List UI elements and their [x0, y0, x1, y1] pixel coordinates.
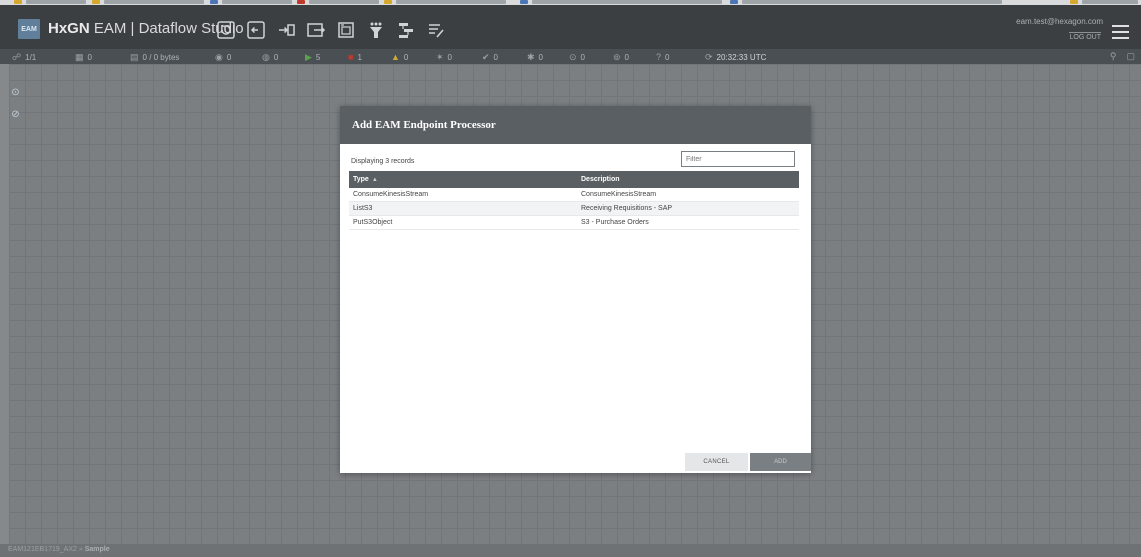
transmitting-stat: ◉ 0	[215, 52, 232, 62]
processor-group-icon[interactable]	[333, 19, 359, 41]
not-transmitting-icon: ◍	[262, 52, 270, 62]
queue-icon: ▤	[130, 52, 139, 62]
threads-stat: ▦ 0	[75, 52, 92, 62]
table-header: Type ▲ Description	[349, 171, 799, 188]
table-row[interactable]: PutS3Object S3 - Purchase Orders	[349, 216, 799, 230]
add-button[interactable]: ADD	[750, 453, 811, 471]
row-description: Receiving Requisitions - SAP	[581, 205, 673, 212]
description-column-header[interactable]: Description	[577, 176, 799, 183]
breadcrumb: EAM121EB1719_AX2 » Sample	[8, 546, 110, 553]
user-email: eam.test@hexagon.com	[1016, 17, 1103, 26]
cluster-stat: ☍ 1/1	[12, 52, 37, 62]
add-processor-dialog: Add EAM Endpoint Processor Displaying 3 …	[340, 106, 811, 473]
app-logo: EAM	[18, 19, 40, 39]
type-column-header[interactable]: Type ▲	[349, 176, 577, 183]
template-icon[interactable]	[393, 19, 419, 41]
remote-process-group-icon[interactable]	[303, 19, 329, 41]
disabled-icon: ✶	[436, 52, 444, 62]
table-row[interactable]: ListS3 Receiving Requisitions - SAP	[349, 202, 799, 216]
component-toolbar	[213, 19, 449, 41]
stopped-stat: ■ 1	[348, 52, 362, 62]
transmitting-icon: ◉	[215, 52, 223, 62]
sort-asc-icon: ▲	[371, 177, 378, 183]
stale-icon: ⊙	[569, 52, 577, 62]
breadcrumb-root[interactable]: EAM121EB1719_AX2	[8, 546, 77, 553]
threads-icon: ▦	[75, 52, 84, 62]
running-stat: ▶ 5	[305, 52, 321, 62]
menu-icon[interactable]	[1112, 25, 1129, 43]
breadcrumb-current: Sample	[84, 546, 110, 553]
question-icon: ?	[656, 52, 662, 62]
disabled-stat: ✶ 0	[436, 52, 452, 62]
modified-stale-icon: ⊚	[613, 52, 621, 62]
check-icon: ✔	[482, 52, 490, 62]
funnel-icon[interactable]	[363, 19, 389, 41]
breadcrumb-separator: »	[78, 546, 83, 553]
navigate-icon[interactable]: ⊙	[9, 86, 22, 99]
status-bar: ☍ 1/1 ▦ 0 ▤ 0 / 0 bytes ◉ 0 ◍ 0 ▶ 5 ■ 1 ▲ 0 ✶ 0 ✔…	[0, 49, 1141, 64]
refresh-icon[interactable]	[213, 19, 239, 41]
operate-icon[interactable]: ⊘	[9, 108, 22, 121]
stopped-icon: ■	[348, 52, 354, 62]
record-count: Displaying 3 records	[351, 158, 415, 165]
output-port-icon[interactable]	[273, 19, 299, 41]
running-icon: ▶	[305, 52, 312, 62]
last-refreshed[interactable]: ⟳ 20:32:33 UTC	[705, 52, 766, 63]
status-tools: ⚲ ▢	[1110, 51, 1135, 62]
warning-icon: ▲	[391, 52, 400, 62]
brand-name: HxGN	[48, 20, 90, 37]
label-icon[interactable]	[423, 19, 449, 41]
sync-failure-stat: ? 0	[656, 52, 670, 62]
stale-stat: ⊙ 0	[569, 52, 585, 62]
dialog-header: Add EAM Endpoint Processor	[340, 106, 811, 144]
table-row[interactable]: ConsumeKinesisStream ConsumeKinesisStrea…	[349, 188, 799, 202]
dialog-title: Add EAM Endpoint Processor	[352, 119, 496, 131]
row-type: ConsumeKinesisStream	[353, 191, 429, 198]
row-description: S3 - Purchase Orders	[581, 219, 649, 226]
row-description: ConsumeKinesisStream	[581, 191, 657, 198]
not-transmitting-stat: ◍ 0	[262, 52, 279, 62]
locally-modified-stat: ✱ 0	[527, 52, 543, 62]
input-port-icon[interactable]	[243, 19, 269, 41]
row-type: ListS3	[353, 205, 373, 212]
asterisk-icon: ✱	[527, 52, 535, 62]
left-edge	[0, 64, 9, 544]
cluster-icon: ☍	[12, 52, 22, 62]
logout-link[interactable]: LOG OUT	[1069, 32, 1101, 41]
queued-stat: ▤ 0 / 0 bytes	[130, 52, 180, 62]
modified-stale-stat: ⊚ 0	[613, 52, 629, 62]
refresh-icon: ⟳	[705, 52, 713, 62]
processor-table: Type ▲ Description ConsumeKinesisStream C…	[349, 171, 799, 230]
cancel-button[interactable]: CANCEL	[685, 453, 748, 471]
search-icon[interactable]: ⚲	[1110, 51, 1117, 62]
up-to-date-stat: ✔ 0	[482, 52, 498, 62]
app-header: EAM HxGN EAM | Dataflow Studio eam.test@…	[0, 5, 1141, 49]
invalid-stat: ▲ 0	[391, 52, 409, 62]
footer-bar: EAM121EB1719_AX2 » Sample	[0, 544, 1141, 557]
filter-input[interactable]	[681, 151, 795, 167]
row-type: PutS3Object	[353, 219, 393, 226]
window-icon[interactable]: ▢	[1126, 51, 1135, 62]
